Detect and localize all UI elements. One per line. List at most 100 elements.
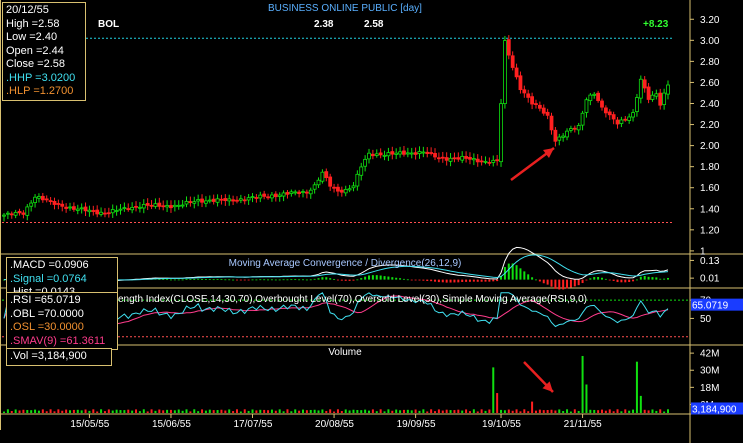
macd-histogram-bar [348,279,351,281]
candle-body [110,209,115,214]
volume-panel-title: Volume [328,347,362,358]
macd-histogram-bar [344,279,347,281]
candle-body [130,207,135,211]
candle-body [545,111,550,116]
candle-body [215,198,220,203]
volume-bar [632,409,635,413]
candle-body [394,152,399,155]
macd-histogram-bar [270,279,273,281]
volume-bar [228,409,231,413]
candle-body [56,203,61,205]
info-value: =1.2700 [30,85,74,97]
macd-histogram-bar [616,279,619,283]
rsi-current-label: 65.0719 [692,301,729,312]
candle-body [382,154,387,157]
volume-bar [119,410,122,413]
candle-body [638,78,643,99]
candle-body [642,79,647,89]
info-label: .OBL [10,307,35,320]
macd-histogram-bar [255,279,258,281]
candle-body [433,153,437,158]
volume-bar [593,409,596,413]
info-row: .HLP =1.2700 [6,85,82,99]
volume-bar [181,410,184,413]
candle-body [495,159,500,162]
volume-bar [647,410,650,413]
macd-histogram-bar [457,279,460,283]
candle-body [192,201,197,204]
candle-body [273,193,278,198]
chart-text: BUSINESS ONLINE PUBLIC [day] BOL 2.38 2.58 +… [98,3,669,358]
macd-histogram-bar [212,279,215,281]
volume-bar [336,409,339,413]
info-row: Low =2.40 [6,31,82,45]
macd-histogram-bar [430,279,433,282]
macd-histogram-bar [286,279,289,281]
candle-body [60,203,65,207]
volume-bar [542,410,545,413]
info-row: .Signal =0.0764 [10,273,114,287]
macd-histogram-bar [197,278,200,280]
candle-body [619,119,624,124]
candle-body [219,198,224,201]
candle-body [204,200,208,204]
info-row: Close =2.58 [6,58,82,72]
candle-body [79,207,84,210]
macd-histogram-bar [185,279,188,280]
candle-body [9,213,14,216]
candle-body [662,92,667,106]
info-value: =2.40 [26,31,58,43]
volume-bar [3,411,5,413]
macd-histogram-bar [566,279,569,289]
volume-bar [476,411,479,413]
macd-histogram-bar [546,279,549,285]
volume-bar [531,401,534,413]
volume-bar [111,410,114,413]
candle-body [157,202,162,207]
macd-histogram-bar [181,279,184,281]
volume-bar [123,410,126,413]
macd-histogram-bar [340,279,343,281]
volume-bar [395,409,398,413]
candle-body [258,194,263,199]
volume-bar [480,409,483,413]
volume-bar [150,409,153,413]
candle-body [114,210,119,212]
rsi-info-box: .RSI =65.0719 .OBL =70.0000 .OSL =30.0000.… [6,292,118,350]
candle-body [13,211,18,216]
macd-histogram-bar [364,276,367,280]
info-row: Open =2.44 [6,45,82,59]
candle-body [328,176,333,187]
volume-bar [402,409,405,413]
volume-bar [624,409,627,413]
macd-tick-label: 0.01 [700,274,720,285]
macd-histogram-bar [632,279,635,282]
candle-body [456,157,461,160]
macd-histogram-bar [162,279,165,280]
candle-body [134,205,138,208]
candle-body [355,173,360,187]
volume-bar [356,409,359,413]
candle-body [172,204,177,208]
symbol-label: BOL [98,19,119,30]
macd-histogram-bar [550,279,553,287]
candle-body [52,200,57,205]
candle-body [666,84,670,95]
macd-histogram-bar [301,279,304,281]
macd-histogram-bar [480,279,483,282]
macd-tick-label: 0.13 [700,256,720,267]
volume-bar [57,409,60,413]
candle-body [503,40,507,104]
candle-body [378,152,383,156]
candle-body [363,158,368,167]
macd-histogram-bar [581,279,584,284]
candle-body [277,194,282,197]
macd-histogram-bar [488,279,491,282]
candle-body [409,152,414,155]
candle-body [386,152,391,157]
info-value: =3,184,900 [28,350,87,362]
volume-bar [604,410,607,413]
volume-bar [255,410,258,413]
macd-histogram-bar [519,268,522,280]
macd-histogram-bar [313,278,316,280]
